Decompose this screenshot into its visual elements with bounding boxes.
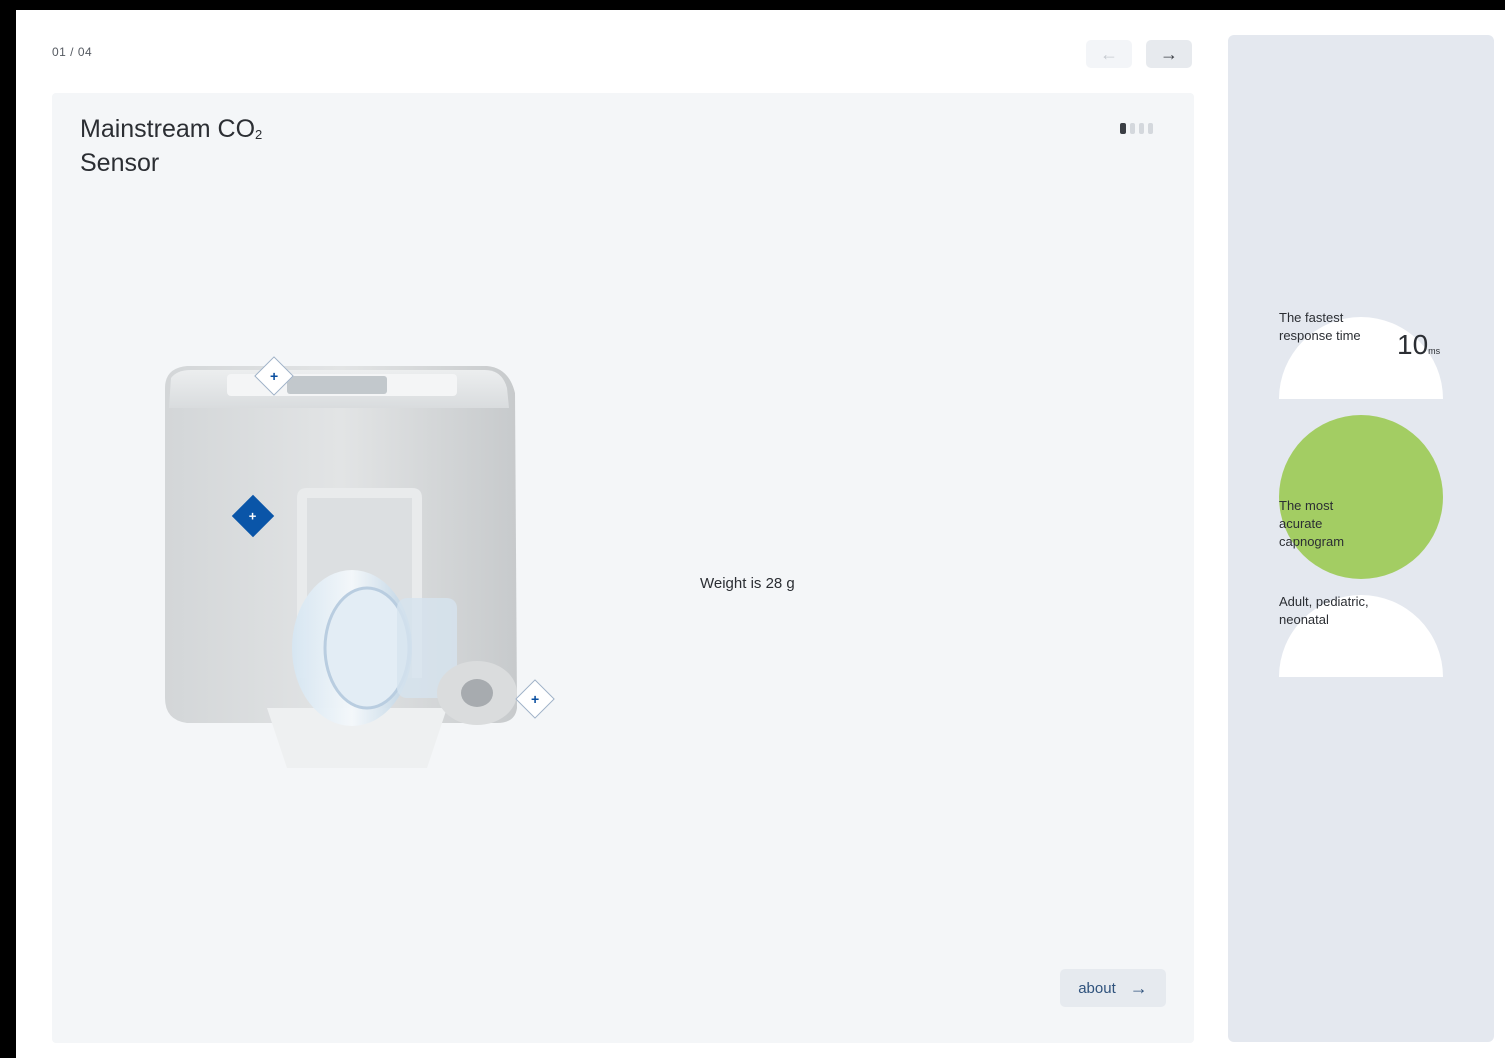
feature-response-time[interactable]: The fastest response time 10ms bbox=[1279, 310, 1443, 401]
feature-label: Adult, pediatric, neonatal bbox=[1279, 594, 1369, 627]
slide-counter: 01 / 04 bbox=[52, 45, 93, 59]
slide-dot[interactable] bbox=[1120, 123, 1126, 134]
arrow-right-icon: → bbox=[1129, 977, 1148, 998]
arrow-right-icon: → bbox=[1160, 43, 1178, 64]
title-subscript: 2 bbox=[255, 127, 263, 142]
feature-capnogram[interactable]: The most acurate capnogram bbox=[1279, 415, 1443, 579]
feature-label: The most acurate capnogram bbox=[1279, 498, 1345, 549]
feature-patient-types[interactable]: Adult, pediatric, neonatal bbox=[1279, 594, 1443, 677]
arrow-left-icon: ← bbox=[1100, 43, 1118, 64]
slide-indicator bbox=[1120, 123, 1153, 134]
feature-label: The fastest response time bbox=[1279, 310, 1361, 343]
slide-dot[interactable] bbox=[1139, 123, 1144, 134]
next-button[interactable]: → bbox=[1146, 40, 1192, 68]
plus-icon: + bbox=[249, 508, 257, 524]
metric-unit: ms bbox=[1428, 346, 1441, 356]
co2-sensor-image bbox=[165, 366, 517, 768]
features-sidebar: The fastest response time 10ms The most … bbox=[1228, 35, 1494, 1042]
page-title: Mainstream CO2 Sensor bbox=[80, 115, 262, 177]
about-label: about bbox=[1078, 979, 1116, 997]
title-line-1: Mainstream CO bbox=[80, 115, 256, 143]
about-button[interactable]: about → bbox=[1060, 969, 1166, 1007]
product-card: Mainstream CO2 Sensor + + + Weight is 28… bbox=[52, 93, 1194, 1043]
plus-icon: + bbox=[269, 368, 279, 384]
title-line-2: Sensor bbox=[80, 149, 160, 177]
slide-dot[interactable] bbox=[1130, 123, 1135, 134]
app-frame: 01 / 04 ← → Mainstream CO2 Sensor + + + … bbox=[16, 10, 1505, 1058]
weight-annotation: Weight is 28 g bbox=[700, 575, 795, 592]
metric-value: 10 bbox=[1397, 329, 1429, 360]
plus-icon: + bbox=[530, 691, 540, 707]
feature-metric: 10ms bbox=[1397, 329, 1440, 361]
previous-button[interactable]: ← bbox=[1086, 40, 1132, 68]
slide-dot[interactable] bbox=[1148, 123, 1153, 134]
